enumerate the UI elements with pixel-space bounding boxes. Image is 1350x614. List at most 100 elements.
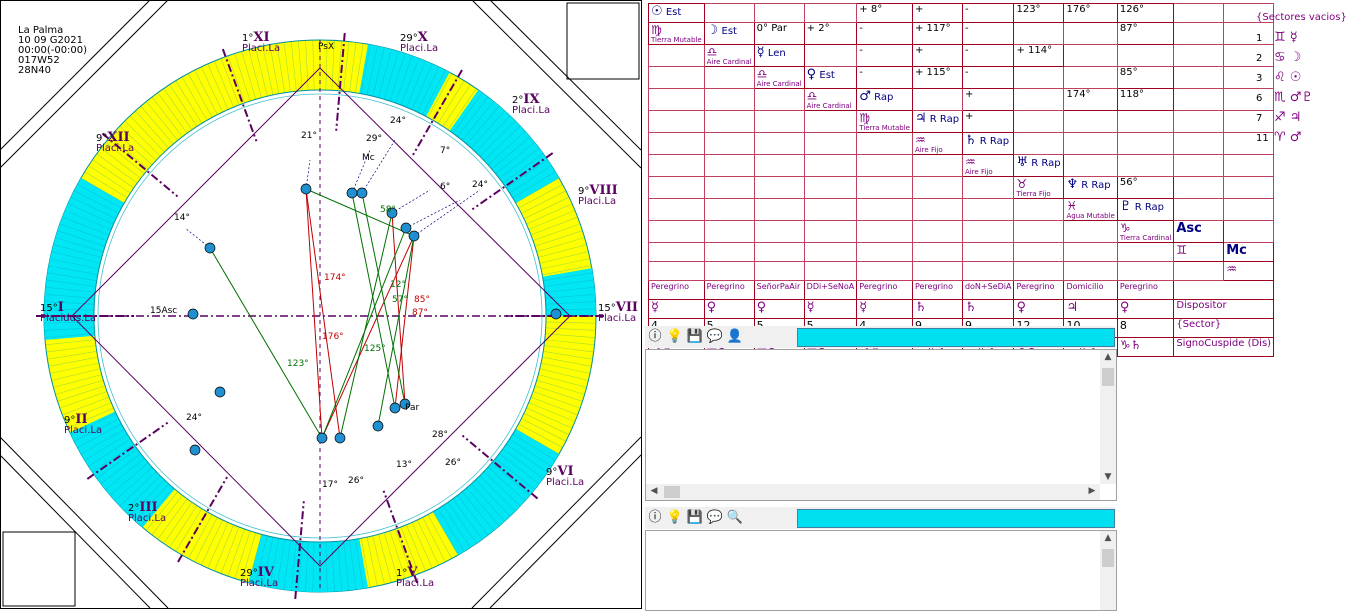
grid-sign-cell: ♑ Tierra Cardinal bbox=[1116, 220, 1175, 243]
wheel-label-deg-24a: 24° bbox=[390, 116, 406, 126]
grid-aspect-cell: 87° bbox=[1116, 22, 1175, 45]
planet-point bbox=[189, 444, 201, 456]
bulb-icon[interactable]: 💡 bbox=[665, 508, 685, 528]
info-icon[interactable]: ⓘ bbox=[645, 508, 665, 528]
wheel-label-deg-87: 87° bbox=[412, 308, 428, 318]
wheel-label-deg-28: 28° bbox=[432, 430, 448, 440]
grid-cell bbox=[1116, 242, 1175, 262]
planet-point bbox=[204, 242, 216, 254]
dignity-row-cell: Peregrino bbox=[703, 280, 755, 300]
grid-cell bbox=[648, 176, 705, 199]
grid-cell bbox=[961, 176, 1015, 199]
grid-row: ♓ Agua Mutable ♇ R Rap bbox=[648, 198, 1275, 221]
grid-cell bbox=[1173, 3, 1225, 23]
grid-cell bbox=[753, 198, 805, 221]
house-label-ii: 9°II Placi.La bbox=[64, 412, 103, 436]
grid-cell bbox=[1013, 261, 1065, 281]
grid-planet-cell: ☉ Est bbox=[648, 3, 705, 23]
search-input-top[interactable] bbox=[797, 328, 1115, 347]
house-label-v: 1°V Placi.La bbox=[396, 565, 435, 589]
grid-cell bbox=[803, 110, 858, 133]
dignity-row-cell: Peregrino bbox=[1013, 280, 1065, 300]
grid-cell bbox=[911, 154, 963, 177]
wheel-label-deg-13: 13° bbox=[396, 460, 412, 470]
grid-cell bbox=[703, 242, 755, 262]
speech-bubble-icon[interactable]: 💬 bbox=[705, 508, 725, 528]
grid-cell bbox=[1223, 154, 1275, 177]
dignity-row-cell: Peregrino bbox=[856, 280, 913, 300]
planet-point bbox=[356, 187, 368, 199]
house-label-xi: 1°XI Placi.La bbox=[242, 30, 281, 54]
grid-cell bbox=[911, 198, 963, 221]
grid-cell bbox=[1116, 44, 1175, 67]
grid-cell bbox=[703, 66, 755, 89]
empty-sector-item: 3 ♌ ☉ bbox=[1256, 70, 1302, 85]
vertical-scrollbar[interactable]: ▲ bbox=[1100, 531, 1116, 610]
grid-cell bbox=[1223, 198, 1275, 221]
user-icon[interactable]: 👤 bbox=[725, 327, 745, 347]
grid-sign-cell: ♍ Tierra Mutable bbox=[648, 22, 705, 45]
speech-bubble-icon[interactable]: 💬 bbox=[705, 327, 725, 347]
grid-cell bbox=[1063, 154, 1118, 177]
grid-cell bbox=[648, 132, 705, 155]
grid-cell bbox=[856, 132, 913, 155]
dignity-row-cell: DDi+SeNoA bbox=[803, 280, 858, 300]
dispositor-row-cell: ♄ bbox=[911, 299, 963, 319]
empty-sectors: {Sectores vacios} 1 ♊ ☿ 2 ♋ ☽ 3 ♌ ☉ 6 ♏ ♂♇ 7 ♐ ♃ 1… bbox=[1256, 8, 1350, 145]
text-panel-top[interactable]: ▲ ▼ ◀ ▶ bbox=[645, 349, 1117, 501]
grid-cell bbox=[753, 88, 805, 111]
info-icon[interactable]: ⓘ bbox=[645, 327, 665, 347]
search-icon[interactable]: 🔍 bbox=[725, 508, 745, 528]
grid-cell bbox=[703, 176, 755, 199]
cusp-row-cell: ♑♄ bbox=[1116, 337, 1175, 357]
house-label-i: 15°I Placidus.La bbox=[40, 300, 96, 324]
toolbar-top: ⓘ 💡 💾 💬 👤 bbox=[645, 326, 1115, 348]
grid-row: ♎ Aire Cardinal ♂ Rap +174° 118° bbox=[648, 88, 1275, 111]
grid-planet-cell: ♂ Rap bbox=[856, 88, 913, 111]
grid-row: ♑ Tierra Cardinal Asc bbox=[648, 220, 1275, 243]
dispositor-row-cell: ♃ bbox=[1063, 299, 1118, 319]
grid-cell bbox=[703, 220, 755, 243]
grid-planet-cell: ♀ Est bbox=[803, 66, 858, 89]
dignity-row-cell: Peregrino bbox=[648, 280, 705, 300]
dignity-row-cell: Peregrino bbox=[1116, 280, 1175, 300]
bulb-icon[interactable]: 💡 bbox=[665, 327, 685, 347]
grid-cell bbox=[856, 176, 913, 199]
horizontal-scrollbar[interactable]: ◀ ▶ bbox=[646, 484, 1100, 500]
grid-cell bbox=[703, 88, 755, 111]
grid-row: ♒ bbox=[648, 261, 1275, 281]
grid-sign-cell: Mc bbox=[1223, 242, 1275, 262]
grid-planet-cell: Asc bbox=[1173, 220, 1225, 243]
grid-aspect-cell: + bbox=[961, 88, 1015, 111]
grid-cell bbox=[1063, 220, 1118, 243]
wheel-label-deg-17: 17° bbox=[322, 480, 338, 490]
save-icon[interactable]: 💾 bbox=[685, 327, 705, 347]
grid-row: ♊ Mc bbox=[648, 242, 1275, 262]
grid-planet-cell: ♅ R Rap bbox=[1013, 154, 1065, 177]
vertical-scrollbar[interactable]: ▲ ▼ bbox=[1100, 350, 1116, 484]
toolbar-bottom: ⓘ 💡 💾 💬 🔍 bbox=[645, 507, 1115, 529]
grid-cell bbox=[753, 176, 805, 199]
grid-sign-cell: ♉ Tierra Fijo bbox=[1013, 176, 1065, 199]
grid-row: ♍ Tierra Mutable ☽ Est 0° Par + 2° - + 117° -87… bbox=[648, 22, 1275, 45]
dignity-row-label bbox=[1173, 280, 1275, 300]
grid-planet-cell: ♄ R Rap bbox=[961, 132, 1015, 155]
save-icon[interactable]: 💾 bbox=[685, 508, 705, 528]
grid-cell bbox=[961, 242, 1015, 262]
wheel-label-par: Par bbox=[405, 403, 420, 413]
empty-sector-item: 11 ♈ ♂ bbox=[1256, 130, 1302, 145]
search-input-bottom[interactable] bbox=[797, 509, 1115, 528]
empty-sector-item: 7 ♐ ♃ bbox=[1256, 110, 1302, 125]
text-panel-bottom[interactable]: ▲ bbox=[645, 530, 1117, 611]
grid-cell bbox=[1116, 261, 1175, 281]
grid-cell bbox=[1063, 66, 1118, 89]
grid-cell bbox=[1173, 154, 1225, 177]
grid-aspect-cell: 118° bbox=[1116, 88, 1175, 111]
grid-cell bbox=[1013, 220, 1065, 243]
grid-aspect-cell: + bbox=[911, 3, 963, 23]
house-label-vii: 15°VII Placi.La bbox=[598, 300, 638, 324]
planet-point bbox=[334, 432, 346, 444]
grid-cell bbox=[1013, 132, 1065, 155]
wheel-label-deg-12: 12° bbox=[390, 280, 406, 290]
grid-cell bbox=[803, 261, 858, 281]
